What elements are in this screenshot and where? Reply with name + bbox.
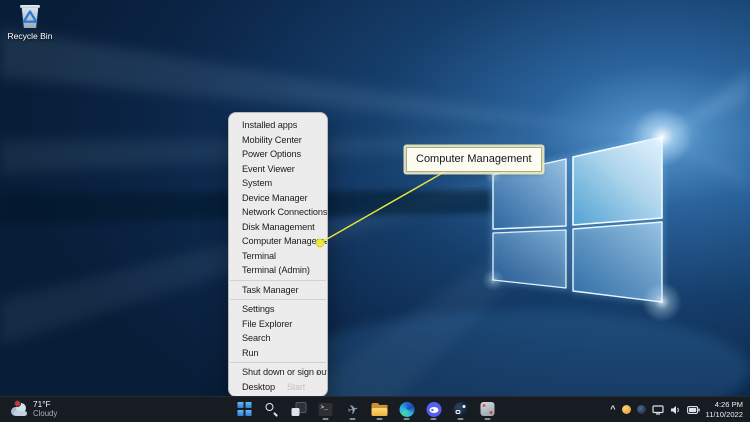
edge-button[interactable]: [397, 397, 417, 421]
menu-item-label: Task Manager: [242, 285, 299, 295]
system-tray: ^ 4:26 PM 11/10/2022: [610, 397, 747, 422]
menu-item-label: Device Manager: [242, 193, 308, 203]
windows-desktop: Recycle Bin Installed apps Mobility Cente…: [0, 0, 750, 422]
menu-item-label: Power Options: [242, 149, 301, 159]
menu-item-shut-down-or-sign-out[interactable]: Shut down or sign out›: [229, 365, 327, 380]
tray-steam-icon[interactable]: [637, 405, 646, 414]
menu-item-label: Terminal (Admin): [242, 265, 310, 275]
clock-time: 4:26 PM: [706, 400, 743, 410]
taskbar-center-icons: ✈: [235, 396, 498, 422]
menu-item-label: Desktop: [242, 382, 275, 392]
menu-item-file-explorer[interactable]: File Explorer: [229, 317, 327, 332]
menu-item-installed-apps[interactable]: Installed apps: [229, 118, 327, 133]
menu-item-settings[interactable]: Settings: [229, 302, 327, 317]
search-icon: [265, 402, 279, 416]
context-menu: Installed apps Mobility Center Power Optio…: [228, 112, 328, 397]
file-explorer-button[interactable]: [370, 397, 390, 421]
recycle-bin[interactable]: Recycle Bin: [7, 5, 53, 41]
menu-item-search[interactable]: Search: [229, 331, 327, 346]
weather-cloud-icon: [11, 403, 28, 416]
menu-item-event-viewer[interactable]: Event Viewer: [229, 162, 327, 177]
game-app-button[interactable]: [478, 397, 498, 421]
menu-item-label: Run: [242, 348, 259, 358]
hidden-icons-chevron-icon[interactable]: ^: [610, 405, 615, 414]
jet-app-icon: ✈: [346, 401, 360, 416]
task-view-button[interactable]: [289, 397, 309, 421]
menu-item-mobility-center[interactable]: Mobility Center: [229, 133, 327, 148]
menu-item-run[interactable]: Run: [229, 346, 327, 361]
menu-item-computer-management[interactable]: Computer Management: [229, 234, 327, 249]
callout-label: Computer Management: [406, 147, 542, 172]
menu-item-label: Event Viewer: [242, 164, 295, 174]
game-app-icon: [481, 402, 495, 416]
steam-icon: [453, 402, 468, 417]
weather-widget[interactable]: 71°F Cloudy: [4, 397, 64, 422]
menu-item-label: Installed apps: [242, 120, 297, 130]
menu-item-label: Network Connections: [242, 207, 327, 217]
battery-icon[interactable]: [687, 406, 700, 414]
weather-condition: Cloudy: [33, 410, 57, 419]
clock[interactable]: 4:26 PM 11/10/2022: [706, 400, 743, 420]
jet-app-button[interactable]: ✈: [343, 397, 363, 421]
volume-icon[interactable]: [670, 405, 681, 415]
file-explorer-icon: [372, 403, 388, 416]
terminal-icon: [319, 403, 333, 416]
task-view-icon: [291, 402, 306, 416]
network-display-icon[interactable]: [652, 405, 664, 415]
taskbar: 71°F Cloudy ✈ ^: [0, 396, 750, 422]
weather-alert-badge: [14, 400, 21, 407]
menu-item-label: Settings: [242, 304, 274, 314]
start-watermark: Start: [287, 382, 305, 392]
menu-item-task-manager[interactable]: Task Manager: [229, 283, 327, 298]
menu-item-power-options[interactable]: Power Options: [229, 147, 327, 162]
menu-item-terminal[interactable]: Terminal: [229, 249, 327, 264]
menu-item-label: Search: [242, 333, 271, 343]
search-button[interactable]: [262, 397, 282, 421]
recycle-bin-icon: [19, 5, 41, 29]
terminal-button[interactable]: [316, 397, 336, 421]
menu-separator: [230, 299, 326, 300]
menu-item-label: File Explorer: [242, 319, 292, 329]
menu-item-desktop[interactable]: Desktop Start: [229, 380, 327, 395]
edge-icon: [399, 402, 414, 417]
windows-logo-icon: [238, 402, 252, 416]
menu-item-label: Shut down or sign out: [242, 367, 328, 377]
menu-separator: [230, 280, 326, 281]
tray-app-orange-icon[interactable]: [622, 405, 631, 414]
steam-button[interactable]: [451, 397, 471, 421]
menu-item-disk-management[interactable]: Disk Management: [229, 220, 327, 235]
menu-item-system[interactable]: System: [229, 176, 327, 191]
desktop-wallpaper: [0, 0, 750, 422]
submenu-chevron-icon: ›: [316, 365, 319, 380]
menu-item-label: Terminal: [242, 251, 276, 261]
discord-icon: [426, 402, 441, 417]
start-button[interactable]: [235, 397, 255, 421]
menu-item-device-manager[interactable]: Device Manager: [229, 191, 327, 206]
menu-separator: [230, 362, 326, 363]
recycle-bin-label: Recycle Bin: [7, 31, 53, 41]
menu-item-network-connections[interactable]: Network Connections: [229, 205, 327, 220]
discord-button[interactable]: [424, 397, 444, 421]
menu-item-label: Disk Management: [242, 222, 315, 232]
menu-item-label: Computer Management: [242, 236, 328, 246]
menu-item-label: System: [242, 178, 272, 188]
clock-date: 11/10/2022: [706, 410, 743, 420]
menu-item-terminal-admin[interactable]: Terminal (Admin): [229, 263, 327, 278]
menu-item-label: Mobility Center: [242, 135, 302, 145]
